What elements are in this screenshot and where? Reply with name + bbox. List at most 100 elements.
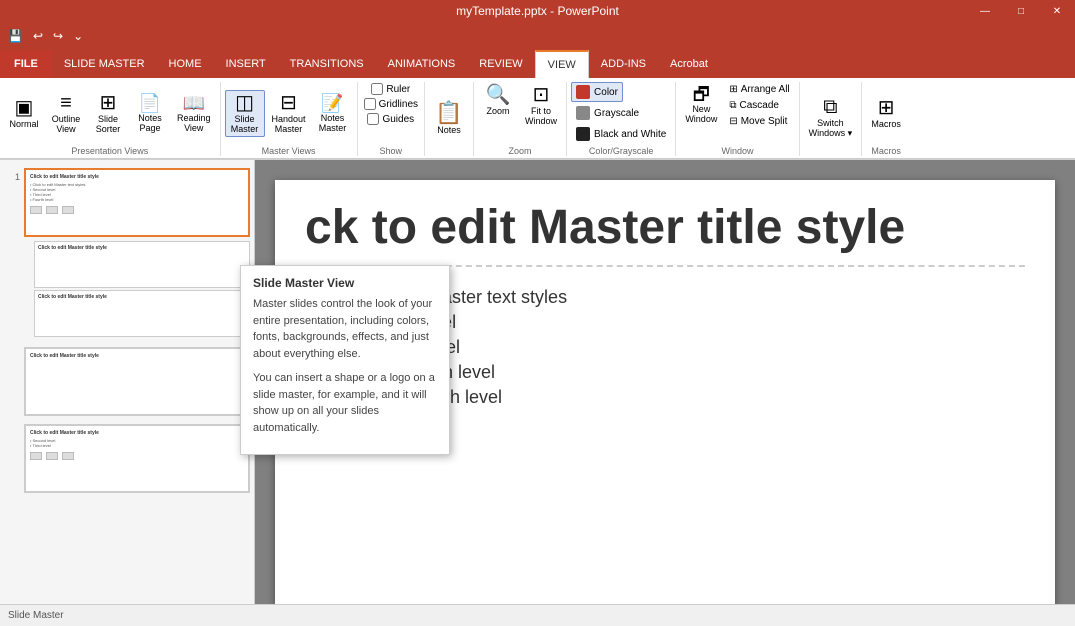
new-window-icon: 🗗 <box>693 85 710 103</box>
move-split-label: Move Split <box>741 116 788 127</box>
slide-thumb-2[interactable]: Click to edit Master title style <box>24 347 250 416</box>
slide-sorter-label: SlideSorter <box>96 114 121 134</box>
close-button[interactable]: ✕ <box>1039 0 1075 22</box>
title-bar: myTemplate.pptx - PowerPoint — □ ✕ <box>0 0 1075 22</box>
slide-master-button[interactable]: ◫ SlideMaster <box>225 90 265 137</box>
grayscale-button[interactable]: Grayscale <box>571 103 644 123</box>
window-buttons: 🗗 NewWindow ⊞ Arrange All ⧉ Cascade ⊟ Mo… <box>680 82 794 144</box>
slide-1-sub-2[interactable]: Click to edit Master title style <box>34 290 250 337</box>
master-title: ck to edit Master title style <box>305 200 1025 267</box>
master-title-text: ck to edit Master title style <box>305 201 905 254</box>
gridlines-checkbox[interactable] <box>364 98 376 110</box>
slide-1-icon-2 <box>46 206 58 214</box>
minimize-button[interactable]: — <box>967 0 1003 22</box>
slide-3-icon-3 <box>62 452 74 460</box>
save-button[interactable]: 💾 <box>4 27 27 45</box>
slide-thumb-3[interactable]: Click to edit Master title style • Secon… <box>24 424 250 493</box>
notes-page-label: NotesPage <box>138 113 162 133</box>
notes-master-icon: 📝 <box>321 94 343 112</box>
new-window-button[interactable]: 🗗 NewWindow <box>680 82 722 127</box>
zoom-button[interactable]: 🔍 Zoom <box>478 82 518 144</box>
slide-3-image[interactable]: Click to edit Master title style • Secon… <box>24 424 250 493</box>
undo-button[interactable]: ↩ <box>29 27 47 45</box>
group-show-label: Show <box>380 146 403 156</box>
group-window-label: Window <box>721 146 753 156</box>
macros-button[interactable]: ⊞ Macros <box>866 95 906 132</box>
cascade-label: Cascade <box>739 100 778 111</box>
fit-to-window-icon: ⊡ <box>533 85 550 105</box>
slide-1-title: Click to edit Master title style <box>30 174 244 180</box>
redo-button[interactable]: ↪ <box>49 27 67 45</box>
status-text: Slide Master <box>8 610 64 621</box>
slide-1-image[interactable]: Click to edit Master title style • Click… <box>24 168 250 237</box>
tab-transitions[interactable]: TRANSITIONS <box>278 50 376 78</box>
cascade-button[interactable]: ⧉ Cascade <box>724 98 794 113</box>
gridlines-checkbox-item[interactable]: Gridlines <box>362 97 420 111</box>
body-level-2: Second level Third level Fourth level Fi… <box>353 312 1025 408</box>
arrange-all-button[interactable]: ⊞ Arrange All <box>724 82 794 97</box>
notes-page-button[interactable]: 📄 NotesPage <box>130 91 170 136</box>
customize-quick-access-button[interactable]: ⌄ <box>69 27 87 45</box>
black-white-button[interactable]: Black and White <box>571 124 671 144</box>
main-area: 1 Click to edit Master title style • Cli… <box>0 160 1075 604</box>
color-label: Color <box>594 87 618 98</box>
show-checkboxes: Ruler Gridlines Guides <box>362 82 420 144</box>
title-bar-title: myTemplate.pptx - PowerPoint <box>456 4 619 18</box>
fit-to-window-label: Fit toWindow <box>525 106 557 126</box>
group-color-grayscale: Color Grayscale Black and White Color/Gr… <box>567 82 676 156</box>
ruler-checkbox[interactable] <box>371 83 383 95</box>
slide-sorter-icon: ⊞ <box>100 93 117 113</box>
master-views-buttons: ◫ SlideMaster ⊟ HandoutMaster 📝 NotesMas… <box>225 82 353 144</box>
reading-view-button[interactable]: 📖 ReadingView <box>172 91 216 136</box>
gridlines-label: Gridlines <box>379 99 418 110</box>
slide-1-icons <box>30 206 244 214</box>
slide-thumb-1[interactable]: 1 Click to edit Master title style • Cli… <box>4 168 250 339</box>
handout-master-button[interactable]: ⊟ HandoutMaster <box>267 90 311 137</box>
group-show: Ruler Gridlines Guides Show <box>358 82 425 156</box>
zoom-icon: 🔍 <box>486 85 511 105</box>
tab-home[interactable]: HOME <box>157 50 214 78</box>
ruler-checkbox-item[interactable]: Ruler <box>369 82 412 96</box>
slide-1-sub-2-inner: Click to edit Master title style <box>35 291 249 336</box>
handout-master-icon: ⊟ <box>280 93 297 113</box>
slide-3-body: • Second level• Third level <box>30 438 244 448</box>
tab-acrobat[interactable]: Acrobat <box>658 50 720 78</box>
reading-view-icon: 📖 <box>183 94 205 112</box>
normal-view-label: Normal <box>9 119 38 129</box>
maximize-button[interactable]: □ <box>1003 0 1039 22</box>
color-swatch <box>576 85 590 99</box>
color-button[interactable]: Color <box>571 82 623 102</box>
slide-2-image[interactable]: Click to edit Master title style <box>24 347 250 416</box>
normal-view-button[interactable]: ▣ Normal <box>4 95 44 132</box>
tab-view[interactable]: VIEW <box>535 50 589 78</box>
slide-3-title: Click to edit Master title style <box>30 430 244 436</box>
slide-panel: 1 Click to edit Master title style • Cli… <box>0 160 255 604</box>
ruler-label: Ruler <box>386 84 410 95</box>
fit-to-window-button[interactable]: ⊡ Fit toWindow <box>520 82 562 144</box>
tab-insert[interactable]: INSERT <box>214 50 278 78</box>
zoom-buttons: 🔍 Zoom ⊡ Fit toWindow <box>478 82 562 144</box>
title-bar-controls[interactable]: — □ ✕ <box>967 0 1075 22</box>
notes-master-button[interactable]: 📝 NotesMaster <box>313 91 353 136</box>
guides-checkbox[interactable] <box>367 113 379 125</box>
group-macros-label: Macros <box>871 146 901 156</box>
group-color-grayscale-label: Color/Grayscale <box>589 146 654 156</box>
window-sub-buttons: ⊞ Arrange All ⧉ Cascade ⊟ Move Split <box>724 82 794 129</box>
guides-checkbox-item[interactable]: Guides <box>365 112 416 126</box>
normal-view-icon: ▣ <box>15 98 34 118</box>
outline-view-button[interactable]: ≡ OutlineView <box>46 90 86 137</box>
notes-label: Notes <box>437 125 461 135</box>
tab-file[interactable]: FILE <box>0 50 52 78</box>
tab-review[interactable]: REVIEW <box>467 50 534 78</box>
notes-button[interactable]: 📋 Notes <box>429 99 469 138</box>
move-split-button[interactable]: ⊟ Move Split <box>724 114 794 129</box>
body-level-5-list: Fifth level <box>401 387 1025 408</box>
handout-master-label: HandoutMaster <box>272 114 306 134</box>
tab-animations[interactable]: ANIMATIONS <box>376 50 468 78</box>
slide-1-sub-1[interactable]: Click to edit Master title style <box>34 241 250 288</box>
tab-slide-master[interactable]: SLIDE MASTER <box>52 50 157 78</box>
switch-windows-button[interactable]: ⧉ SwitchWindows ▾ <box>804 94 858 142</box>
tab-add-ins[interactable]: ADD-INS <box>589 50 658 78</box>
slide-sorter-button[interactable]: ⊞ SlideSorter <box>88 90 128 137</box>
color-grayscale-buttons: Color Grayscale Black and White <box>571 82 671 144</box>
